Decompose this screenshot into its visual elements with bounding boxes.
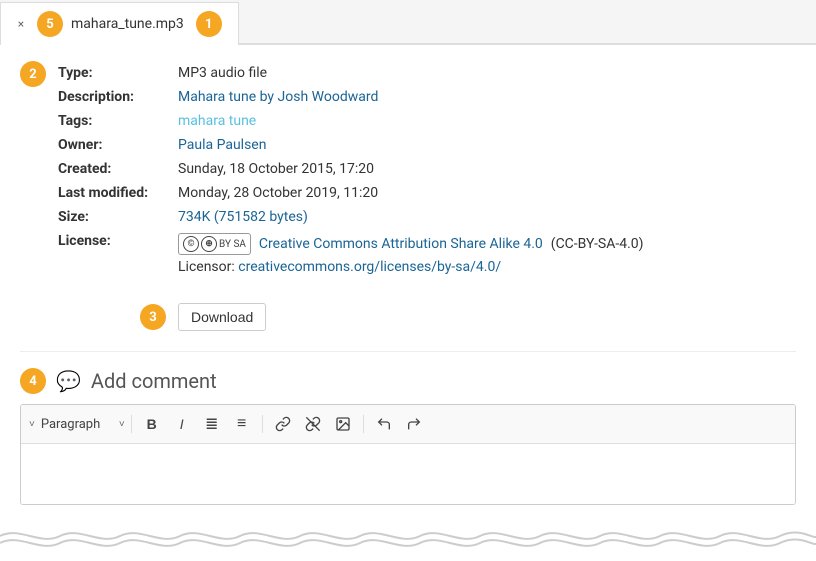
- bold-button[interactable]: B: [138, 411, 166, 437]
- add-comment-title: Add comment: [91, 369, 217, 393]
- image-icon: [335, 416, 351, 432]
- modified-row: Last modified: Monday, 28 October 2019, …: [58, 181, 796, 205]
- modified-value: Monday, 28 October 2019, 11:20: [178, 185, 378, 201]
- add-comment-section: 4 💬 Add comment ˅ Paragraph ˅ B I ≣ ≡: [20, 356, 796, 505]
- main-content: 2 Type: MP3 audio file Description: Maha…: [0, 45, 816, 521]
- file-info-section: 2 Type: MP3 audio file Description: Maha…: [20, 61, 796, 279]
- add-comment-badge: 4: [20, 368, 46, 394]
- license-row: License: © ⊕ BY SA Creative Commons Attr…: [58, 229, 796, 279]
- ordered-list-button[interactable]: ≡: [228, 411, 256, 437]
- owner-row: Owner: Paula Paulsen: [58, 133, 796, 157]
- license-content: © ⊕ BY SA Creative Commons Attribution S…: [178, 233, 644, 275]
- cc-by-text: BY SA: [219, 239, 246, 250]
- created-label: Created:: [58, 161, 178, 177]
- created-row: Created: Sunday, 18 October 2015, 17:20: [58, 157, 796, 181]
- size-value: 734K (751582 bytes): [178, 209, 308, 225]
- tab-filename-badge: 1: [196, 11, 222, 37]
- license-name[interactable]: Creative Commons Attribution Share Alike…: [259, 236, 543, 252]
- wavy-decoration: [0, 521, 816, 551]
- modified-label: Last modified:: [58, 185, 178, 201]
- cc-badge: © ⊕ BY SA: [178, 233, 251, 255]
- redo-button[interactable]: [400, 411, 428, 437]
- undo-button[interactable]: [370, 411, 398, 437]
- file-info-table: Type: MP3 audio file Description: Mahara…: [58, 61, 796, 279]
- editor-toolbar: ˅ Paragraph ˅ B I ≣ ≡: [21, 405, 795, 444]
- size-label: Size:: [58, 209, 178, 225]
- paragraph-label[interactable]: Paragraph: [37, 415, 117, 434]
- tab-bar: × 5 mahara_tune.mp3 1: [0, 0, 816, 45]
- link-button[interactable]: [269, 411, 297, 437]
- close-icon[interactable]: ×: [13, 16, 29, 32]
- cc-circle-icon: ©: [183, 236, 199, 252]
- select-chevron-right-icon: ˅: [119, 419, 125, 430]
- image-button[interactable]: [329, 411, 357, 437]
- tags-value[interactable]: mahara tune: [178, 113, 256, 129]
- download-section: 3 Download: [20, 295, 796, 347]
- description-value[interactable]: Mahara tune by Josh Woodward: [178, 89, 378, 105]
- editor-body[interactable]: [21, 444, 795, 504]
- link-icon: [275, 416, 291, 432]
- unlink-icon: [305, 416, 321, 432]
- owner-value[interactable]: Paula Paulsen: [178, 137, 266, 153]
- paragraph-select-group[interactable]: ˅ Paragraph ˅: [29, 415, 125, 434]
- select-chevron-left-icon: ˅: [29, 419, 35, 430]
- licensor-label: Licensor:: [178, 259, 238, 275]
- italic-button[interactable]: I: [168, 411, 196, 437]
- description-label: Description:: [58, 89, 178, 105]
- comment-icon: 💬: [56, 369, 81, 393]
- bullet-list-button[interactable]: ≣: [198, 411, 226, 437]
- license-code: (CC-BY-SA-4.0): [551, 236, 644, 252]
- bold-label: B: [147, 416, 157, 432]
- add-comment-header: 4 💬 Add comment: [20, 368, 796, 394]
- size-row: Size: 734K (751582 bytes): [58, 205, 796, 229]
- italic-label: I: [180, 416, 184, 432]
- license-label: License:: [58, 233, 178, 249]
- file-info-badge: 2: [20, 61, 46, 87]
- tags-label: Tags:: [58, 113, 178, 129]
- type-value: MP3 audio file: [178, 65, 267, 81]
- toolbar-divider-3: [363, 415, 364, 433]
- by-circle-icon: ⊕: [201, 236, 217, 252]
- license-top: © ⊕ BY SA Creative Commons Attribution S…: [178, 233, 644, 255]
- section-divider: [20, 351, 796, 352]
- licensor-line: Licensor: creativecommons.org/licenses/b…: [178, 259, 644, 275]
- tags-row: Tags: mahara tune: [58, 109, 796, 133]
- tab-filename: mahara_tune.mp3: [71, 16, 184, 32]
- editor-wrapper: ˅ Paragraph ˅ B I ≣ ≡: [20, 404, 796, 505]
- toolbar-divider-1: [131, 415, 132, 433]
- download-button[interactable]: Download: [178, 303, 266, 331]
- type-row: Type: MP3 audio file: [58, 61, 796, 85]
- type-label: Type:: [58, 65, 178, 81]
- created-value: Sunday, 18 October 2015, 17:20: [178, 161, 374, 177]
- description-row: Description: Mahara tune by Josh Woodwar…: [58, 85, 796, 109]
- download-badge: 3: [140, 304, 166, 330]
- redo-icon: [406, 416, 422, 432]
- owner-label: Owner:: [58, 137, 178, 153]
- unlink-button[interactable]: [299, 411, 327, 437]
- tab-badge: 5: [37, 11, 63, 37]
- toolbar-divider-2: [262, 415, 263, 433]
- undo-icon: [376, 416, 392, 432]
- file-tab[interactable]: × 5 mahara_tune.mp3 1: [0, 2, 239, 45]
- licensor-url[interactable]: creativecommons.org/licenses/by-sa/4.0/: [238, 259, 501, 275]
